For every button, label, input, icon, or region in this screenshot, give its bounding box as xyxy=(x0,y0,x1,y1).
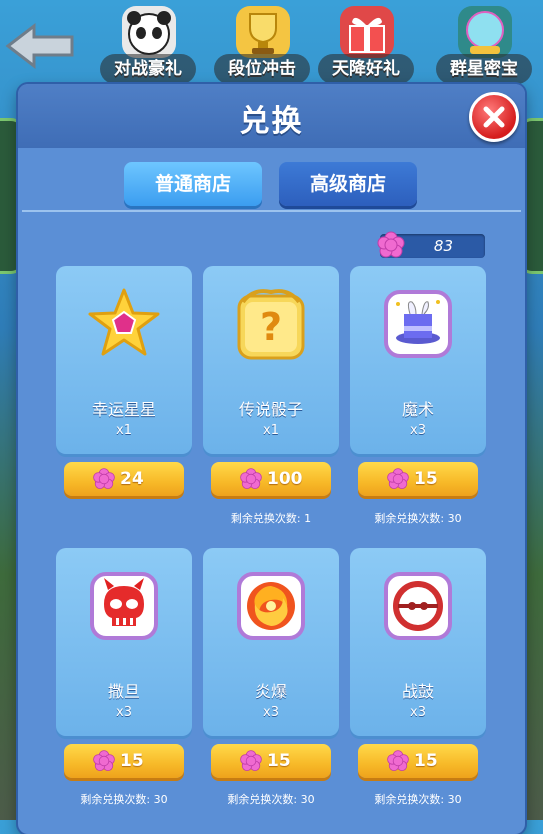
tab-sky-gift[interactable]: 天降好礼 xyxy=(318,4,414,84)
price: 15 xyxy=(267,751,291,771)
item-qty: x1 xyxy=(263,423,279,438)
pink-gem-icon xyxy=(240,750,262,771)
price: 24 xyxy=(120,469,144,489)
trophy-icon xyxy=(236,6,290,58)
dialog-title: 兑换 xyxy=(239,104,304,139)
tab-battle-gift[interactable]: 对战豪礼 xyxy=(100,4,196,84)
exchange-dialog: 兑换 普通商店 高级商店 83 幸运星星 x1 ? 传说骰子 x1 魔术 x3 … xyxy=(18,84,525,834)
magic-hat-icon xyxy=(380,286,456,362)
divider xyxy=(22,210,521,212)
price: 15 xyxy=(414,469,438,489)
currency-balance: 83 xyxy=(377,231,485,258)
close-button[interactable] xyxy=(469,92,519,142)
war-drum-icon xyxy=(380,568,456,644)
price: 15 xyxy=(120,751,144,771)
remaining-count: 剩余兑换次数: 30 xyxy=(227,793,315,806)
pink-gem-icon xyxy=(377,231,405,258)
item-name: 撒旦 xyxy=(107,682,140,701)
item-name: 传说骰子 xyxy=(238,400,303,419)
gift-icon xyxy=(340,6,394,58)
back-arrow-icon[interactable] xyxy=(4,22,76,70)
pink-gem-icon xyxy=(93,750,115,771)
item-name: 战鼓 xyxy=(401,682,434,701)
tab-label: 对战豪礼 xyxy=(100,54,196,84)
svg-text:?: ? xyxy=(260,305,282,349)
remaining-count: 剩余兑换次数: 30 xyxy=(374,512,462,525)
tab-label: 段位冲击 xyxy=(214,54,310,84)
remaining-count: 剩余兑换次数: 1 xyxy=(230,512,312,525)
item-qty: x1 xyxy=(116,423,132,438)
top-bar: 对战豪礼 段位冲击 天降好礼 群星密宝 xyxy=(0,0,543,86)
buy-button[interactable]: 15 xyxy=(358,744,478,778)
shop-item-blaze[interactable]: 炎爆 x3 xyxy=(203,548,339,736)
item-qty: x3 xyxy=(263,705,279,720)
shop-item-lucky-star[interactable]: 幸运星星 x1 xyxy=(56,266,192,454)
buy-button[interactable]: 15 xyxy=(211,744,331,778)
tab-star-treasure[interactable]: 群星密宝 xyxy=(436,4,532,84)
price: 100 xyxy=(267,469,303,489)
item-qty: x3 xyxy=(410,705,426,720)
pink-gem-icon xyxy=(387,468,409,489)
item-qty: x3 xyxy=(116,705,132,720)
tab-advanced-shop[interactable]: 高级商店 xyxy=(279,162,417,206)
shop-item-satan[interactable]: 撒旦 x3 xyxy=(56,548,192,736)
orb-icon xyxy=(458,6,512,58)
shop-item-legend-dice[interactable]: ? 传说骰子 x1 xyxy=(203,266,339,454)
pink-gem-icon xyxy=(240,468,262,489)
item-name: 炎爆 xyxy=(254,682,287,701)
buy-button[interactable]: 100 xyxy=(211,462,331,496)
lucky-star-icon xyxy=(86,286,162,362)
remaining-count: 剩余兑换次数: 30 xyxy=(80,793,168,806)
pink-gem-icon xyxy=(387,750,409,771)
tab-label: 天降好礼 xyxy=(318,54,414,84)
tab-normal-shop[interactable]: 普通商店 xyxy=(124,162,262,206)
remaining-count: 剩余兑换次数: 30 xyxy=(374,793,462,806)
currency-value: 83 xyxy=(433,237,453,255)
item-qty: x3 xyxy=(410,423,426,438)
shop-item-magic[interactable]: 魔术 x3 xyxy=(350,266,486,454)
buy-button[interactable]: 15 xyxy=(358,462,478,496)
fire-swirl-icon xyxy=(233,568,309,644)
satan-skull-icon xyxy=(86,568,162,644)
tab-rank-rush[interactable]: 段位冲击 xyxy=(214,4,310,84)
dialog-header: 兑换 xyxy=(18,84,525,148)
close-icon xyxy=(483,106,505,128)
price: 15 xyxy=(414,751,438,771)
item-name: 魔术 xyxy=(401,400,434,419)
shop-tabs: 普通商店 高级商店 xyxy=(18,162,525,212)
item-name: 幸运星星 xyxy=(91,400,156,419)
buy-button[interactable]: 24 xyxy=(64,462,184,496)
panda-icon xyxy=(122,6,176,58)
pink-gem-icon xyxy=(93,468,115,489)
buy-button[interactable]: 15 xyxy=(64,744,184,778)
legend-dice-icon: ? xyxy=(233,286,309,362)
shop-item-war-drum[interactable]: 战鼓 x3 xyxy=(350,548,486,736)
tab-label: 群星密宝 xyxy=(436,54,532,84)
